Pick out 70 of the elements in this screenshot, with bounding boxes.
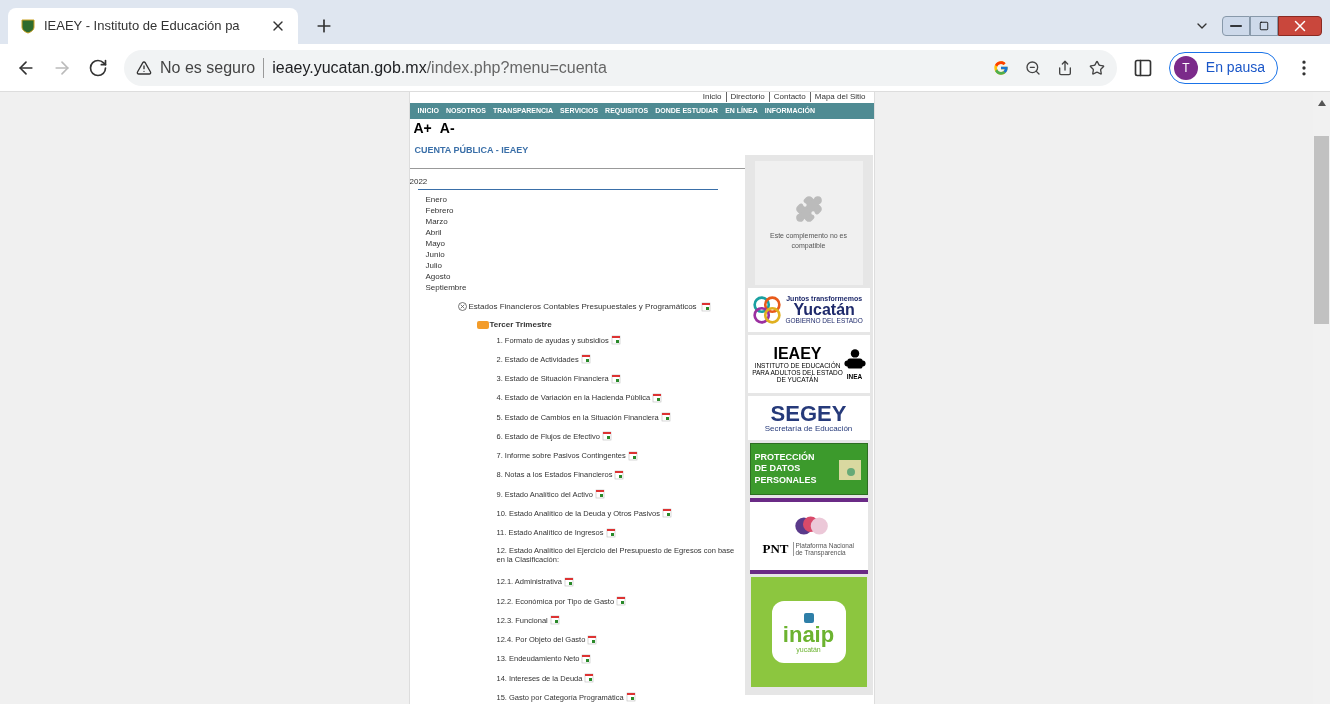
banner-text: PERSONALES: [754, 474, 817, 486]
top-link[interactable]: Inicio: [698, 92, 726, 102]
close-window-icon[interactable]: [1278, 16, 1322, 36]
document-icon[interactable]: [616, 596, 627, 607]
profile-status: En pausa: [1205, 58, 1265, 77]
segey-banner[interactable]: SEGEY Secretaría de Educación: [747, 396, 870, 440]
document-icon[interactable]: [610, 335, 621, 346]
year-label: 2022: [409, 177, 429, 186]
month-link[interactable]: Marzo: [425, 215, 745, 227]
banner-title: PNT: [762, 540, 789, 559]
banner-title: IEAEY: [773, 345, 822, 362]
document-icon[interactable]: [610, 373, 621, 384]
document-icon[interactable]: [581, 653, 592, 664]
page-title: CUENTA PÚBLICA - IEAEY: [413, 143, 530, 157]
document-icon[interactable]: [605, 527, 616, 538]
document-icon[interactable]: [660, 412, 671, 423]
month-link[interactable]: Febrero: [425, 204, 745, 216]
document-icon[interactable]: [614, 469, 625, 480]
browser-tab[interactable]: IEAEY - Instituto de Educación pa: [8, 8, 298, 44]
banner-title: inaip: [782, 623, 835, 646]
subsection-link[interactable]: Tercer Trimestre: [489, 318, 552, 331]
zoom-icon[interactable]: [1024, 59, 1041, 76]
month-link[interactable]: Agosto: [425, 270, 745, 282]
month-link[interactable]: Junio: [425, 248, 745, 260]
banner-text: DE DATOS: [754, 463, 802, 475]
scroll-up-icon[interactable]: [1317, 100, 1326, 106]
address-bar[interactable]: No es seguro ieaey.yucatan.gob.mx/index.php?menu=cuenta: [124, 49, 1117, 86]
toggle-icon[interactable]: [457, 302, 467, 311]
document-icon[interactable]: [627, 450, 638, 461]
reload-icon[interactable]: [88, 57, 108, 78]
banner-title: Yucatán: [793, 302, 855, 319]
document-icon[interactable]: [549, 615, 560, 626]
document-icon[interactable]: [587, 634, 598, 645]
month-link[interactable]: Septiembre: [425, 281, 745, 293]
document-icon[interactable]: [625, 692, 636, 703]
document-icon[interactable]: [700, 301, 711, 312]
top-link[interactable]: Mapa del Sitio: [809, 92, 870, 102]
url-text: ieaey.yucatan.gob.mx/index.php?menu=cuenta: [272, 57, 607, 78]
month-link[interactable]: Enero: [425, 193, 745, 205]
side-panel-icon[interactable]: [1132, 57, 1153, 78]
security-label: No es seguro: [160, 57, 256, 78]
month-link[interactable]: Mayo: [425, 237, 745, 249]
puzzle-icon: [794, 194, 823, 223]
document-icon[interactable]: [563, 576, 574, 587]
avatar: T: [1173, 55, 1198, 80]
banner-text: Secretaría de Educación: [764, 425, 853, 433]
document-icon[interactable]: [580, 354, 591, 365]
font-size-button[interactable]: A-: [439, 121, 455, 135]
bookmark-star-icon[interactable]: [1088, 59, 1105, 76]
minimize-icon[interactable]: [1222, 16, 1250, 36]
document-icon[interactable]: [661, 508, 672, 519]
banner-title: SEGEY: [770, 403, 847, 425]
data-protection-banner[interactable]: PROTECCIÓN DE DATOS PERSONALES: [749, 443, 868, 495]
top-link[interactable]: Contacto: [768, 92, 810, 102]
section-link[interactable]: Estados Financieros Contables Presupuestales y Programáticos: [468, 300, 697, 313]
warning-icon: [136, 59, 152, 76]
document-icon[interactable]: [584, 673, 595, 684]
maximize-icon[interactable]: [1250, 16, 1278, 36]
font-size-button[interactable]: A+: [413, 121, 432, 135]
document-icon[interactable]: [652, 392, 663, 403]
top-link[interactable]: Directorio: [725, 92, 769, 102]
banner-text: PROTECCIÓN: [754, 452, 816, 464]
share-icon[interactable]: [1056, 59, 1073, 76]
google-icon[interactable]: [992, 59, 1009, 76]
document-icon[interactable]: [594, 489, 605, 500]
tab-title: IEAEY - Instituto de Educación pa: [44, 17, 240, 36]
month-link[interactable]: Julio: [425, 259, 745, 271]
shield-icon: [20, 18, 36, 34]
month-link[interactable]: Abril: [425, 226, 745, 238]
document-icon[interactable]: [601, 431, 612, 442]
